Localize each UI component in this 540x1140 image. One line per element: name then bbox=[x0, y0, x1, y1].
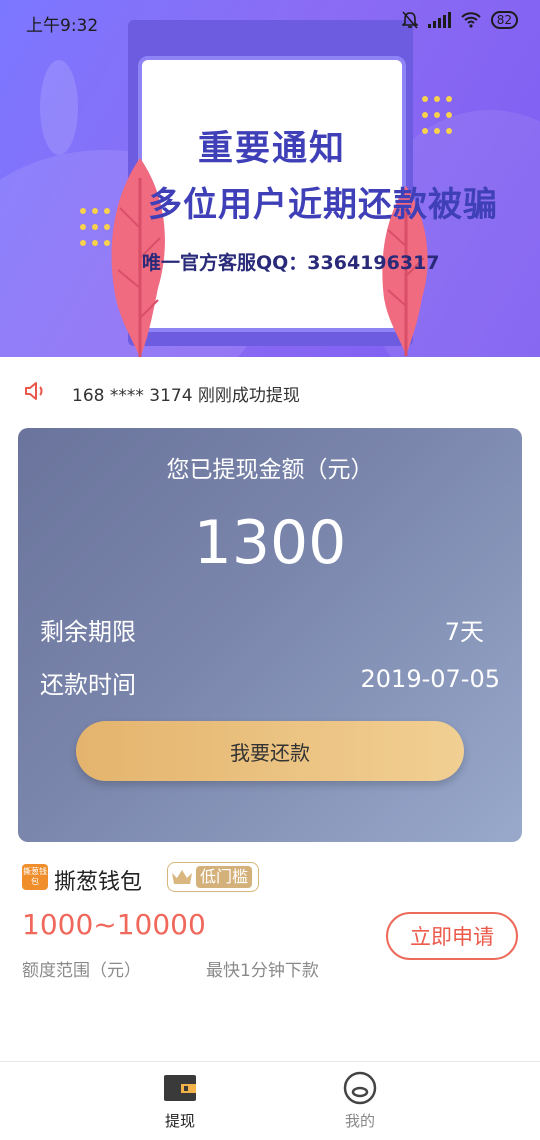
wifi-icon bbox=[461, 12, 481, 28]
product-logo: 撕葱钱包 bbox=[22, 864, 48, 890]
tab-mine[interactable]: 我的 bbox=[320, 1071, 400, 1131]
repay-button[interactable]: 我要还款 bbox=[76, 721, 464, 781]
withdrawn-amount-value: 1300 bbox=[193, 508, 347, 578]
decor-blob bbox=[40, 60, 78, 155]
tab-withdraw[interactable]: 提现 bbox=[140, 1072, 220, 1131]
status-time: 上午9:32 bbox=[26, 16, 99, 36]
repay-time-value: 2019-07-05 bbox=[360, 665, 500, 693]
remaining-term-value: 7天 bbox=[444, 618, 484, 646]
status-icons: 82 bbox=[401, 11, 518, 29]
decor-dots bbox=[422, 96, 452, 134]
remaining-term-row: 剩余期限 7天 bbox=[40, 612, 500, 647]
crown-icon bbox=[168, 864, 196, 890]
product-name: 撕葱钱包 bbox=[54, 870, 143, 895]
decor-dots bbox=[80, 208, 110, 246]
withdrawn-amount-label: 您已提现金额（元） bbox=[166, 457, 374, 483]
loan-product-item[interactable]: 撕葱钱包 撕葱钱包 低门槛 1000~10000 额度范围（元） 最快1分钟下款… bbox=[0, 856, 540, 996]
repay-time-row: 还款时间 2019-07-05 bbox=[40, 665, 500, 700]
ticker-text: 168 **** 3174 刚刚成功提现 bbox=[72, 386, 300, 406]
product-tag-label: 低门槛 bbox=[196, 866, 253, 888]
wallet-icon bbox=[140, 1072, 220, 1104]
speaker-icon bbox=[25, 382, 43, 400]
withdraw-ticker: 168 **** 3174 刚刚成功提现 bbox=[0, 357, 540, 429]
notice-line-warning: 多位用户近期还款被骗 bbox=[148, 185, 498, 225]
remaining-term-label: 剩余期限 bbox=[40, 618, 136, 646]
mute-bell-icon bbox=[401, 11, 418, 29]
product-tag: 低门槛 bbox=[167, 862, 260, 892]
product-logo-text: 撕葱钱包 bbox=[23, 867, 47, 886]
notice-banner[interactable]: 重要通知 多位用户近期还款被骗 唯一官方客服QQ：3364196317 上午9:… bbox=[0, 0, 540, 357]
tab-withdraw-label: 提现 bbox=[164, 1112, 195, 1130]
tab-mine-label: 我的 bbox=[344, 1112, 375, 1130]
signal-icon bbox=[427, 12, 451, 28]
notice-line-contact: 唯一官方客服QQ：3364196317 bbox=[142, 252, 440, 274]
status-bar: 上午9:32 82 bbox=[0, 0, 540, 44]
repay-time-label: 还款时间 bbox=[40, 671, 136, 699]
apply-button[interactable]: 立即申请 bbox=[386, 912, 518, 960]
product-range-label: 额度范围（元） bbox=[22, 961, 141, 981]
profile-icon bbox=[320, 1071, 400, 1105]
product-speed-label: 最快1分钟下款 bbox=[206, 961, 319, 981]
notice-title: 重要通知 bbox=[197, 129, 346, 169]
app-screen: 重要通知 多位用户近期还款被骗 唯一官方客服QQ：3364196317 上午9:… bbox=[0, 0, 540, 1140]
product-amount-range: 1000~10000 bbox=[22, 908, 206, 941]
bottom-tab-bar: 提现 我的 bbox=[0, 1061, 540, 1140]
withdraw-summary-card: 您已提现金额（元） 1300 剩余期限 7天 还款时间 2019-07-05 我… bbox=[18, 428, 522, 842]
battery-icon: 82 bbox=[490, 11, 518, 29]
